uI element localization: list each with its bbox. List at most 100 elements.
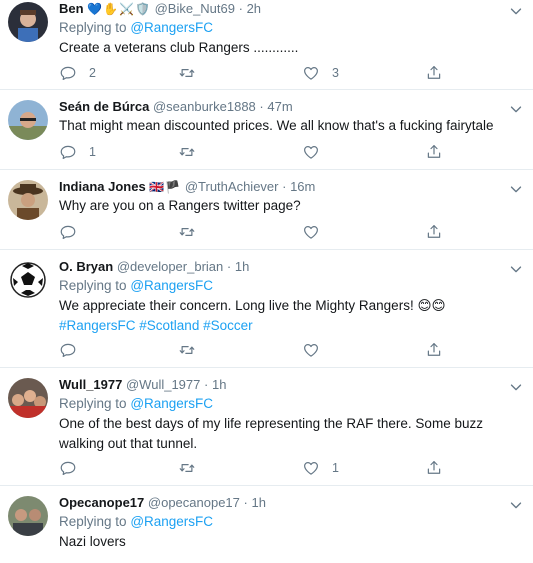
separator: · [282,179,287,194]
heart-icon [302,223,320,241]
timestamp[interactable]: 1h [251,495,265,510]
tweet[interactable]: Seán de Búrca @seanburke1888 · 47m That … [0,90,533,170]
display-name[interactable]: Indiana Jones [59,179,146,194]
share-button[interactable] [425,222,443,242]
separator: · [238,1,243,16]
replying-prefix: Replying to [59,278,127,293]
reply-count: 1 [89,145,96,159]
handle[interactable]: @developer_brian [117,259,223,274]
like-button[interactable]: 1 [302,458,339,478]
share-icon [425,459,443,477]
heart-icon [302,143,320,161]
tweet[interactable]: Wull_1977 @Wull_1977 · 1h Replying to @R… [0,368,533,486]
reply-button[interactable] [59,340,89,360]
share-button[interactable] [425,142,443,162]
like-button[interactable]: 3 [302,63,339,83]
share-icon [425,223,443,241]
reply-button[interactable]: 2 [59,63,96,83]
handle[interactable]: @opecanope17 [148,495,240,510]
like-button[interactable] [302,142,332,162]
share-icon [425,143,443,161]
tweet-header: Indiana Jones 🇬🇧🏴 @TruthAchiever · 16m [59,178,523,196]
tweet-actions: 1 [59,458,479,478]
timestamp[interactable]: 2h [247,1,261,16]
share-icon [425,64,443,82]
tweet[interactable]: Ben 💙✋⚔️🛡️ @Bike_Nut69 · 2h Replying to … [0,0,533,90]
like-button[interactable] [302,340,332,360]
replying-to: Replying to @RangersFC [59,18,523,38]
tweet[interactable]: O. Bryan @developer_brian · 1h Replying … [0,250,533,368]
reply-button[interactable] [59,458,89,478]
retweet-icon [178,64,196,82]
retweet-button[interactable] [178,63,208,83]
display-name[interactable]: Opecanope17 [59,495,144,510]
avatar[interactable] [8,180,48,220]
display-name[interactable]: Wull_1977 [59,377,122,392]
timestamp[interactable]: 1h [212,377,226,392]
tweet-actions [59,222,479,242]
mention-link[interactable]: @RangersFC [130,396,213,411]
tweet[interactable]: Indiana Jones 🇬🇧🏴 @TruthAchiever · 16m W… [0,170,533,250]
avatar[interactable] [8,100,48,140]
tweet-header: Opecanope17 @opecanope17 · 1h [59,494,523,512]
replying-prefix: Replying to [59,514,127,529]
retweet-button[interactable] [178,458,208,478]
timestamp[interactable]: 1h [235,259,249,274]
reply-button[interactable] [59,222,89,242]
display-name[interactable]: O. Bryan [59,259,113,274]
avatar[interactable] [8,260,48,300]
mention-link[interactable]: @RangersFC [130,514,213,529]
like-count: 3 [332,66,339,80]
handle[interactable]: @Bike_Nut69 [155,1,235,16]
mention-link[interactable]: @RangersFC [130,278,213,293]
like-button[interactable] [302,222,332,242]
mention-link[interactable]: @RangersFC [130,20,213,35]
retweet-button[interactable] [178,142,208,162]
like-count: 1 [332,461,339,475]
reply-icon [59,143,77,161]
display-name[interactable]: Ben [59,1,84,16]
timestamp[interactable]: 16m [290,179,315,194]
tweet-actions: 1 [59,142,479,162]
hashtag-links[interactable]: #RangersFC #Scotland #Soccer [59,316,523,336]
reply-count: 2 [89,66,96,80]
retweet-icon [178,341,196,359]
reply-icon [59,223,77,241]
replying-to: Replying to @RangersFC [59,276,523,296]
reply-button[interactable]: 1 [59,142,96,162]
retweet-icon [178,223,196,241]
replying-to: Replying to @RangersFC [59,512,523,532]
share-button[interactable] [425,458,443,478]
tweet[interactable]: Opecanope17 @opecanope17 · 1h Replying t… [0,486,533,563]
replying-prefix: Replying to [59,396,127,411]
timestamp[interactable]: 47m [267,99,292,114]
tweet-header: Wull_1977 @Wull_1977 · 1h [59,376,523,394]
handle[interactable]: @seanburke1888 [153,99,256,114]
separator: · [226,259,232,274]
handle[interactable]: @TruthAchiever [185,179,279,194]
avatar[interactable] [8,2,48,42]
separator: · [243,495,248,510]
retweet-button[interactable] [178,340,208,360]
reply-icon [59,459,77,477]
separator: · [204,377,209,392]
share-button[interactable] [425,340,443,360]
avatar[interactable] [8,378,48,418]
display-name[interactable]: Seán de Búrca [59,99,149,114]
replying-prefix: Replying to [59,20,127,35]
reply-feed: Ben 💙✋⚔️🛡️ @Bike_Nut69 · 2h Replying to … [0,0,533,563]
replying-to: Replying to @RangersFC [59,394,523,414]
handle[interactable]: @Wull_1977 [126,377,200,392]
share-button[interactable] [425,63,443,83]
name-emojis: 🇬🇧🏴 [149,180,182,194]
tweet-header: Ben 💙✋⚔️🛡️ @Bike_Nut69 · 2h [59,0,523,18]
heart-icon [302,64,320,82]
avatar[interactable] [8,496,48,536]
heart-icon [302,341,320,359]
tweet-actions: 2 3 [59,63,479,83]
retweet-icon [178,459,196,477]
heart-icon [302,459,320,477]
tweet-header: Seán de Búrca @seanburke1888 · 47m [59,98,523,116]
tweet-actions [59,340,479,360]
retweet-button[interactable] [178,222,208,242]
